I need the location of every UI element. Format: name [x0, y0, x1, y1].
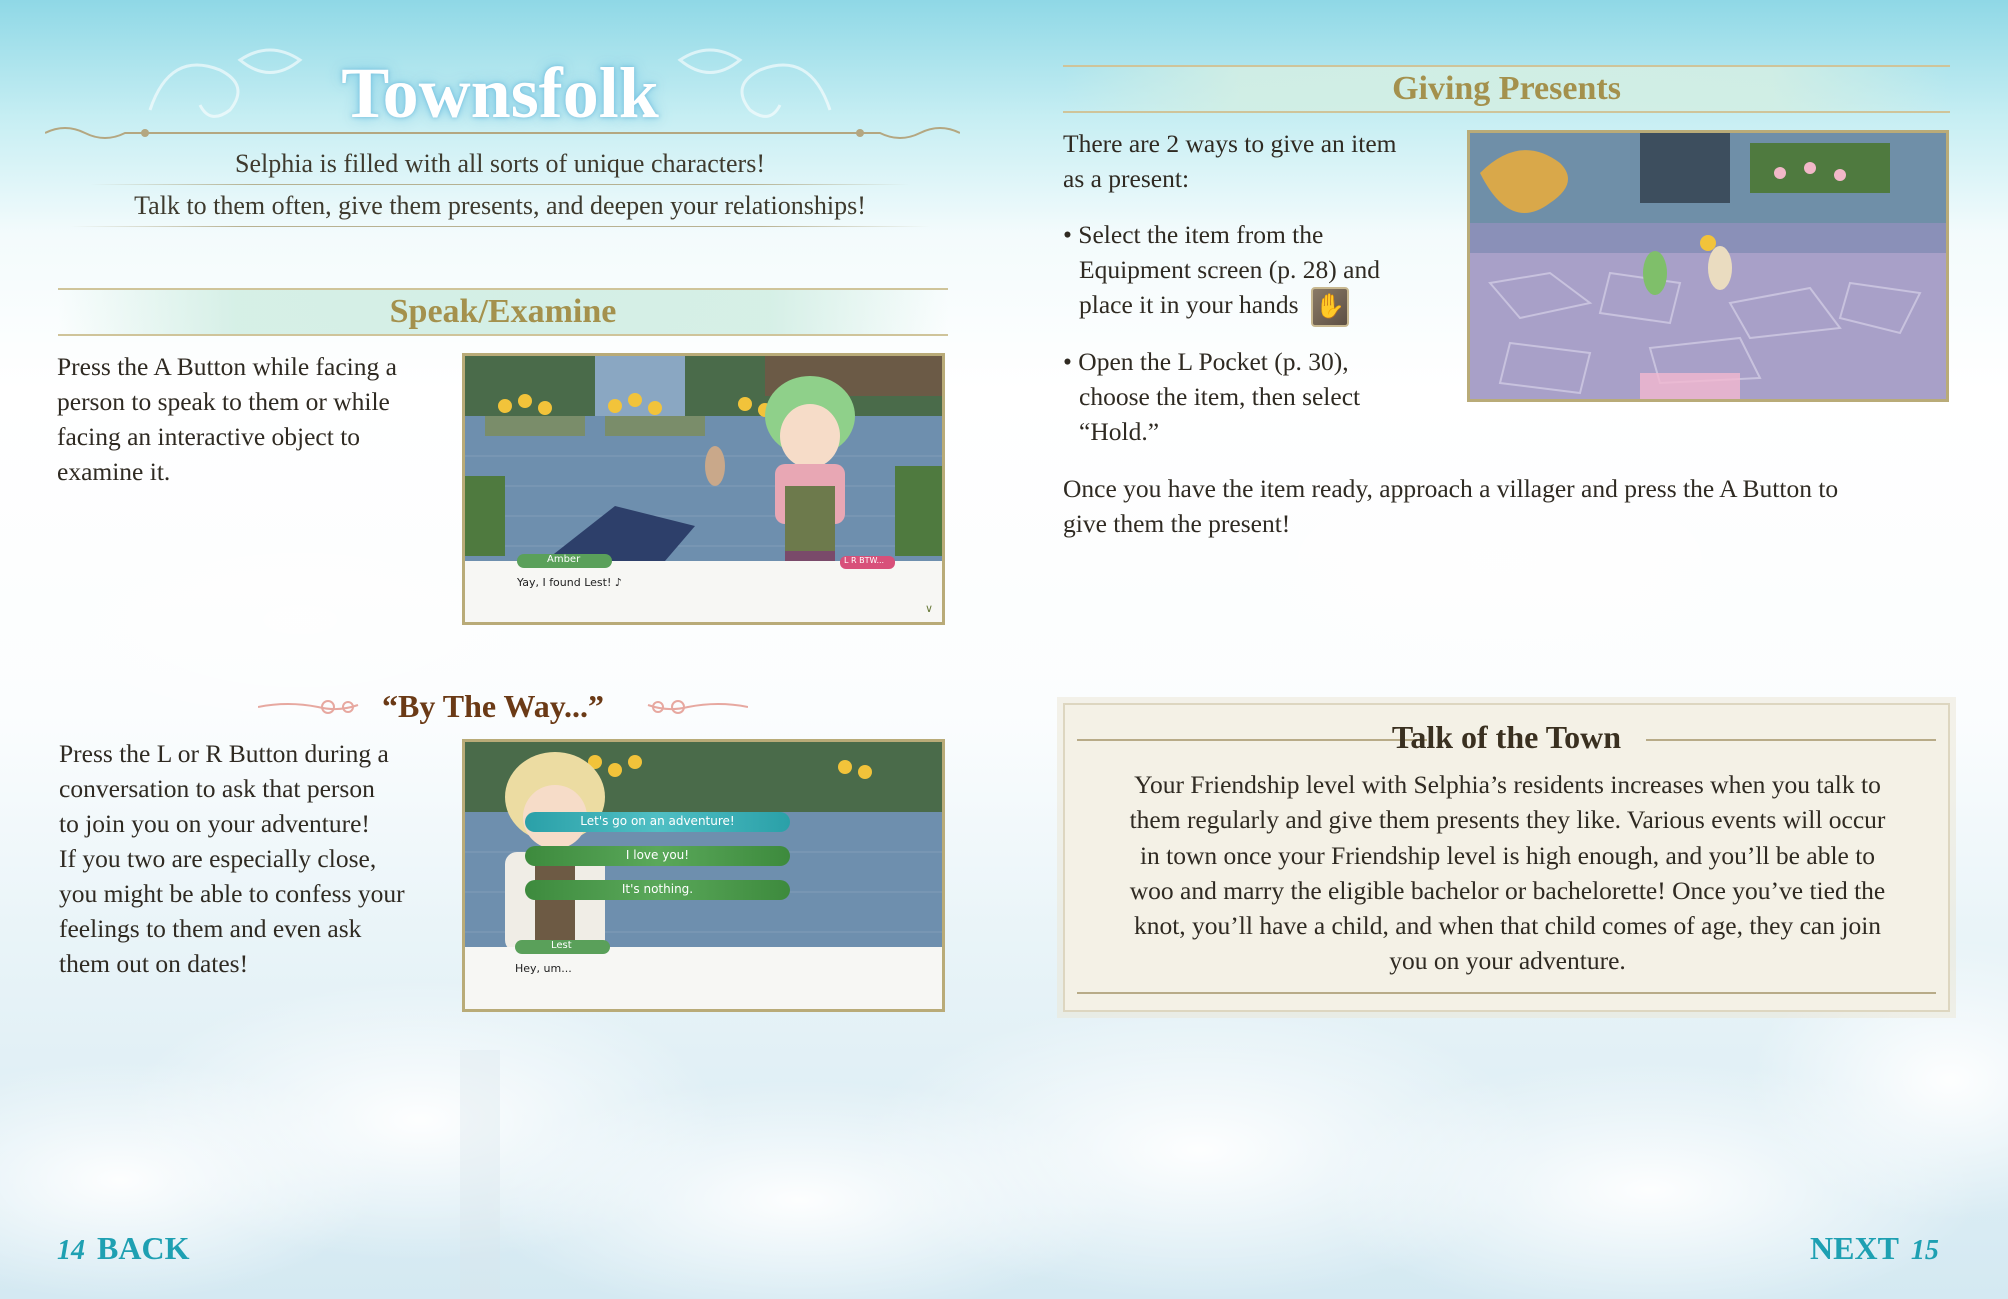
- next-nav[interactable]: NEXT 15: [1810, 1230, 1939, 1267]
- presents-scene-illustration: [1470, 133, 1946, 399]
- presents-bullet-1: • Select the item from the Equipment scr…: [1063, 217, 1463, 328]
- talk-of-the-town-body: Your Friendship level with Selphia’s res…: [1129, 770, 1886, 976]
- speaker-nameplate: Amber: [517, 554, 612, 568]
- intro-divider-2: [70, 226, 930, 227]
- right-page-number: 15: [1910, 1235, 1939, 1266]
- speaker-nameplate: Lest: [515, 940, 610, 954]
- speak-examine-heading: Speak/Examine: [389, 293, 617, 330]
- btw-heading: “By The Way...”: [382, 688, 604, 724]
- choice-nothing[interactable]: It's nothing.: [525, 880, 790, 900]
- speak-examine-body: Press the A Button while facing a person…: [57, 352, 397, 486]
- presents-bullet-2: • Open the L Pocket (p. 30), choose the …: [1063, 347, 1361, 446]
- presents-closing: Once you have the item ready, approach a…: [1063, 474, 1839, 538]
- intro-line-1: Selphia is filled with all sorts of uniq…: [235, 149, 765, 178]
- tot-rule-bottom: [1077, 992, 1936, 994]
- presents-intro: There are 2 ways to give an item as a pr…: [1063, 129, 1397, 193]
- choice-adventure[interactable]: Let's go on an adventure!: [525, 812, 790, 832]
- giving-presents-heading-bar: Giving Presents: [1063, 65, 1950, 113]
- btw-body: Press the L or R Button during a convers…: [59, 739, 405, 978]
- dialogue-text: Hey, um...: [515, 962, 572, 975]
- btw-screenshot: Let's go on an adventure! I love you! It…: [462, 739, 945, 1012]
- talk-of-the-town-heading: Talk of the Town: [1391, 719, 1622, 755]
- advance-arrow-icon: ∨: [925, 602, 934, 615]
- speak-screenshot: Amber L R BTW... Yay, I found Lest! ♪ ∨: [462, 353, 945, 625]
- left-page-number: 14: [57, 1235, 85, 1266]
- hand-icon: ✋: [1310, 287, 1349, 328]
- dialogue-text: Yay, I found Lest! ♪: [517, 576, 622, 589]
- speak-examine-heading-bar: Speak/Examine: [58, 288, 948, 336]
- btw-badge: L R BTW...: [840, 556, 895, 569]
- btw-right-flourish: [647, 700, 748, 714]
- title-ornament-rule: [45, 127, 960, 139]
- presents-screenshot: [1467, 130, 1949, 402]
- btw-left-flourish: [258, 700, 359, 714]
- next-link[interactable]: NEXT: [1810, 1230, 1899, 1267]
- intro-line-2: Talk to them often, give them presents, …: [134, 191, 866, 220]
- intro-divider: [90, 184, 910, 185]
- talk-of-the-town-box: Talk of the Town Your Friendship level w…: [1063, 703, 1950, 1012]
- back-link[interactable]: BACK: [97, 1230, 189, 1267]
- choice-love[interactable]: I love you!: [525, 846, 790, 866]
- back-nav[interactable]: 14 BACK: [57, 1230, 189, 1267]
- giving-presents-heading: Giving Presents: [1392, 70, 1621, 107]
